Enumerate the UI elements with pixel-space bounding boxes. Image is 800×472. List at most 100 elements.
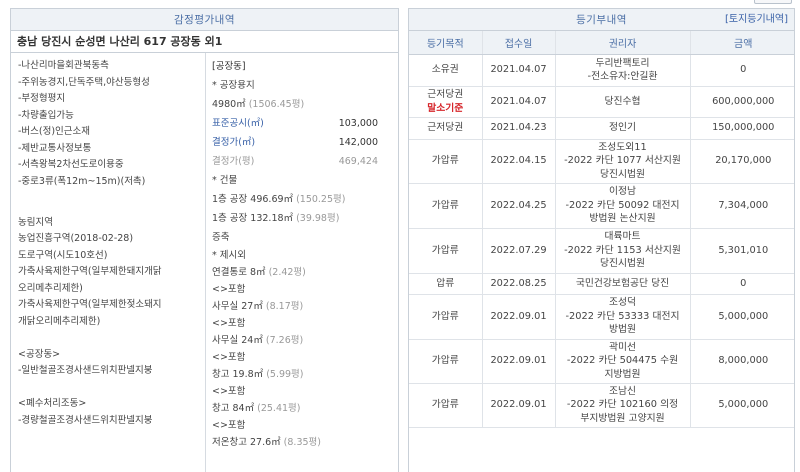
registry-date: 2021.04.07	[482, 86, 556, 118]
holder-line: 조성덕	[608, 297, 637, 309]
public-price-row: 표준공시(㎡) 103,000	[212, 114, 398, 133]
registry-row: 근저당권 말소기준 2021.04.07 당진수협 600,000,000	[409, 86, 794, 118]
header-purpose: 등기목적	[409, 31, 483, 55]
decided-py-row: 결정가(평) 469,424	[212, 152, 398, 171]
appraisal-body: -나산리마을회관북동측 -주위농경지,단독주택,야산등형성 -부정형평지 -차량…	[11, 53, 398, 472]
registry-holder: 대륙마트 -2022 카단 1153 서산지원 당진시법원	[555, 228, 691, 274]
excluded-item-py: (5.99평)	[266, 369, 304, 380]
holder-line: -전소유자:안길환	[587, 71, 658, 82]
excluded-item: 연결통로 8㎡	[212, 267, 266, 278]
purpose-text: 가압류	[431, 355, 459, 367]
extension-label: 증축	[212, 232, 230, 243]
building-area: 1층 공장 496.69㎡	[212, 194, 294, 205]
decided-price-row: 결정가(㎡) 142,000	[212, 133, 398, 152]
excluded-item: 창고 19.8㎡	[212, 369, 264, 380]
header-date: 접수일	[482, 31, 556, 55]
included-tag: <>포함	[212, 318, 246, 329]
registry-title: 등기부내역 [토지등기내역]	[409, 9, 794, 31]
public-price-value: 103,000	[338, 118, 378, 129]
registry-amount: 150,000,000	[690, 117, 794, 140]
registry-purpose: 가압류	[409, 139, 483, 184]
section-factory: [공장동]	[212, 61, 246, 72]
registry-row: 가압류 2022.09.01 곽미선 -2022 카단 504475 수원 지방법원 8,…	[409, 339, 794, 384]
header-amount: 금액	[690, 31, 794, 55]
registry-purpose: 가압류	[409, 183, 483, 229]
included-tag: <>포함	[212, 352, 246, 363]
registry-date: 2022.04.25	[482, 183, 556, 229]
registry-table: 등기목적 접수일 권리자 금액 소유권 2021.04.07 두리반팩토리 -전소유자…	[409, 31, 794, 428]
registry-purpose: 근저당권말소기준	[409, 86, 483, 118]
holder-line: 당진수협	[604, 95, 641, 107]
registry-title-text: 등기부내역	[576, 14, 627, 26]
zoning-line: 가축사육제한구역(일부제한젖소돼지	[18, 299, 162, 310]
note-line: -차량출입가능	[18, 109, 74, 121]
holder-line: -2022 카단 50092 대전지	[565, 199, 680, 211]
public-price-label: 표준공시(㎡)	[212, 118, 264, 129]
top-strip	[0, 0, 800, 6]
decided-price-value: 142,000	[338, 137, 378, 148]
building-row: 1층 공장 496.69㎡ (150.25평)	[212, 190, 398, 209]
registry-holder: 국민건강보험공단 당진	[555, 273, 691, 295]
appraisal-panel: 감정평가내역 충남 당진시 순성면 나산리 617 공장동 외1 -나산리마을회…	[10, 8, 399, 472]
holder-line: 지방법원	[604, 368, 641, 380]
decided-price-label: 결정가(㎡)	[212, 137, 256, 148]
registry-purpose: 가압류	[409, 294, 483, 340]
zoning-line: 개닭오리메추리제한)	[18, 315, 101, 327]
zoning-line: 도로구역(시도10호선)	[18, 249, 108, 261]
registry-date: 2022.09.01	[482, 339, 556, 384]
header-holder: 권리자	[555, 31, 691, 55]
land-registry-link[interactable]: [토지등기내역]	[725, 9, 788, 31]
excluded-row: 사무실 27㎡ (8.17평)	[212, 298, 398, 315]
top-toggle-button[interactable]	[754, 0, 792, 4]
holder-line: -2022 카단 504475 수원	[566, 355, 679, 367]
registry-date: 2022.08.25	[482, 273, 556, 295]
excluded-item: 저온창고 27.6㎡	[212, 437, 281, 448]
purpose-text: 압류	[436, 277, 455, 289]
land-label: * 공장용지	[212, 80, 255, 91]
registry-date: 2022.09.01	[482, 294, 556, 340]
registry-holder: 두리반팩토리 -전소유자:안길환	[555, 54, 691, 87]
purpose-text: 가압류	[431, 244, 459, 256]
excluded-row: 사무실 24㎡ (7.26평)	[212, 332, 398, 349]
note-line: -제반교통사정보통	[18, 142, 92, 154]
registry-purpose: 근저당권	[409, 117, 483, 140]
registry-row: 소유권 2021.04.07 두리반팩토리 -전소유자:안길환 0	[409, 54, 794, 87]
structure-line: -경량철골조경사샌드위치판넬지붕	[18, 414, 153, 426]
registry-date: 2022.09.01	[482, 383, 556, 428]
registry-row: 근저당권 2021.04.23 정인기 150,000,000	[409, 117, 794, 140]
valuation-details: [공장동] * 공장용지 4980㎡ (1506.45평) 표준공시(㎡) 10…	[206, 53, 398, 472]
note-line: -부정형평지	[18, 93, 66, 104]
registry-date: 2022.07.29	[482, 228, 556, 274]
land-area-row: 4980㎡ (1506.45평)	[212, 95, 398, 114]
registry-purpose: 가압류	[409, 339, 483, 384]
registry-purpose: 압류	[409, 273, 483, 295]
registry-header-row: 등기목적 접수일 권리자 금액	[409, 31, 794, 55]
holder-line: -2022 카단 1153 서산지원	[564, 244, 681, 256]
registry-holder: 정인기	[555, 117, 691, 140]
land-area: 4980㎡	[212, 99, 246, 110]
registry-date: 2021.04.23	[482, 117, 556, 140]
registry-row: 가압류 2022.09.01 조남신 -2022 카단 102160 의정 부지방법원 …	[409, 383, 794, 428]
zoning-line: 농림지역	[18, 216, 53, 228]
holder-line: 조남신	[608, 385, 637, 397]
registry-row: 가압류 2022.09.01 조성덕 -2022 카단 53333 대전지 방법원 5,0…	[409, 294, 794, 340]
excluded-item: 사무실 27㎡	[212, 301, 263, 312]
excluded-row: 창고 19.8㎡ (5.99평)	[212, 366, 398, 383]
holder-line: 방법원 논산지원	[589, 213, 656, 225]
excluded-item-py: (8.35평)	[283, 437, 321, 448]
registry-amount: 8,000,000	[690, 339, 794, 384]
note-line: -나산리마을회관북동측	[18, 60, 109, 71]
purpose-text: 근저당권	[427, 89, 464, 100]
zoning-line: 오리메추리제한)	[18, 282, 83, 294]
cancellation-base-badge: 말소기준	[427, 102, 464, 114]
registry-amount: 0	[690, 273, 794, 295]
note-line: -버스(정)인근소재	[18, 126, 91, 137]
registry-amount: 7,304,000	[690, 183, 794, 229]
structure-line: <폐수처리조동>	[18, 398, 87, 409]
holder-line: 대륙마트	[604, 231, 641, 243]
registry-row: 가압류 2022.04.25 이정남 -2022 카단 50092 대전지 방법원 논산…	[409, 183, 794, 229]
registry-amount: 20,170,000	[690, 139, 794, 184]
registry-holder: 조성도외11 -2022 카단 1077 서산지원 당진시법원	[555, 139, 691, 184]
purpose-text: 가압류	[431, 310, 459, 322]
holder-line: 정인기	[608, 122, 637, 134]
